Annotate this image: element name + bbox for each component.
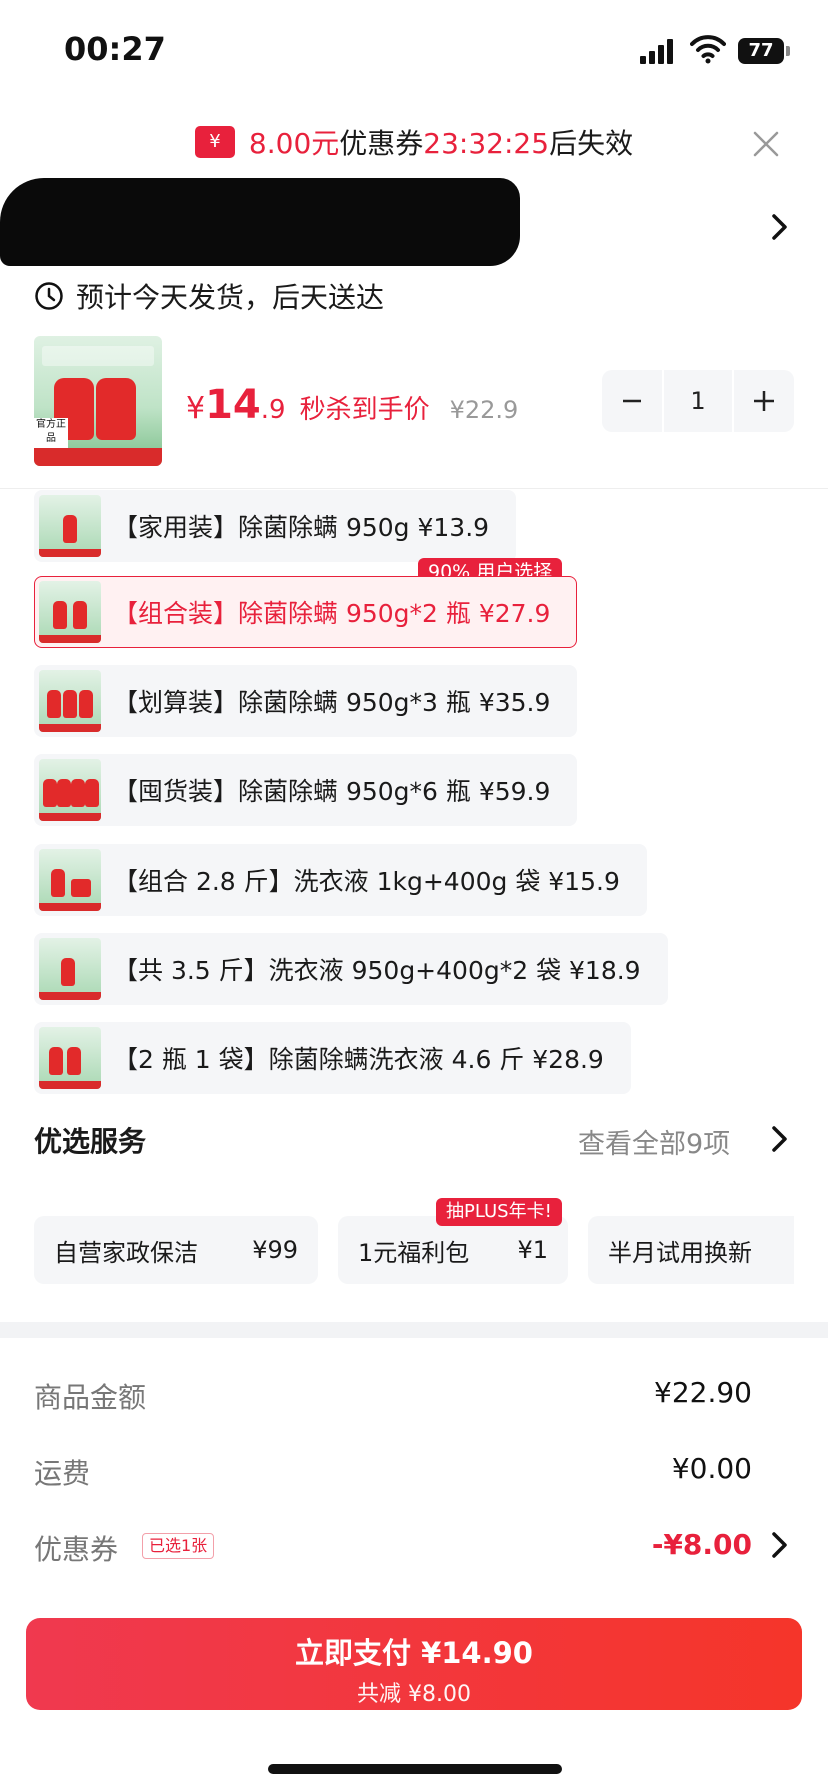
battery-tip	[786, 46, 790, 56]
goods-amount-label: 商品金额	[34, 1381, 147, 1414]
official-badge: 官方正品	[34, 418, 68, 448]
goods-amount-value: ¥22.90	[654, 1376, 752, 1409]
flash-sale-tag: 秒杀到手价	[299, 395, 430, 425]
plus-promo-badge: 抽PLUS年卡!	[436, 1198, 562, 1226]
home-indicator[interactable]	[268, 1764, 562, 1774]
quantity-stepper[interactable]: 1	[602, 370, 794, 432]
services-title: 优选服务	[34, 1125, 147, 1158]
variant-option[interactable]: 【划算装】除菌除螨 950g*3 瓶 ¥35.9	[34, 665, 578, 737]
coupon-countdown: 23:32:25	[423, 127, 550, 160]
section-divider	[0, 1322, 828, 1338]
variant-option[interactable]: 【囤货装】除菌除螨 950g*6 瓶 ¥59.9	[34, 754, 578, 826]
coupon-suffix: 后失效	[549, 127, 634, 160]
variant-thumbnail	[39, 1027, 101, 1089]
coupon-row-label[interactable]: 优惠券	[34, 1528, 118, 1568]
variant-thumbnail	[39, 849, 101, 911]
minus-icon	[623, 399, 641, 403]
coupon-discount-value[interactable]: -¥8.00	[652, 1528, 752, 1561]
variant-thumbnail	[39, 938, 101, 1000]
variant-option-selected[interactable]: 【组合装】除菌除螨 950g*2 瓶 ¥27.9	[34, 576, 578, 648]
service-card[interactable]: 半月试用换新	[588, 1216, 794, 1284]
variant-thumbnail	[39, 759, 101, 821]
chevron-right-icon[interactable]	[770, 1124, 790, 1154]
original-price: ¥22.9	[449, 396, 519, 424]
chevron-right-icon[interactable]	[770, 212, 790, 242]
address-redacted[interactable]	[0, 178, 520, 266]
coupon-amount: 8.00元	[248, 127, 340, 160]
variant-thumbnail	[39, 670, 101, 732]
decrement-button[interactable]	[602, 370, 662, 432]
clock-icon	[35, 282, 63, 310]
delivery-estimate: 预计今天发货，后天送达	[34, 276, 384, 316]
coupon-chosen-tag: 已选1张	[142, 1533, 215, 1559]
pay-button-savings: 共减 ¥8.00	[357, 1682, 471, 1707]
chevron-right-icon[interactable]	[770, 1530, 790, 1560]
close-icon[interactable]	[750, 128, 782, 160]
pay-button-label: 立即支付 ¥14.90	[294, 1636, 533, 1670]
variant-option[interactable]: 【共 3.5 斤】洗衣液 950g+400g*2 袋 ¥18.9	[34, 933, 668, 1005]
wifi-icon	[690, 35, 726, 64]
cellular-signal-icon	[640, 38, 676, 64]
quantity-value[interactable]: 1	[664, 370, 732, 432]
coupon-ticket-icon: ¥	[194, 126, 235, 158]
variant-thumbnail	[39, 495, 101, 557]
variant-option[interactable]: 【家用装】除菌除螨 950g ¥13.9	[34, 490, 517, 562]
services-view-all[interactable]: 查看全部9项	[578, 1122, 730, 1161]
product-price: ¥14.9 秒杀到手价 ¥22.9	[186, 382, 519, 428]
shipping-label: 运费	[34, 1457, 91, 1490]
service-card[interactable]: 自营家政保洁 ¥99	[34, 1216, 318, 1284]
divider	[0, 488, 828, 489]
delivery-text: 预计今天发货，后天送达	[76, 281, 385, 314]
battery-icon: 77	[738, 38, 784, 64]
service-card[interactable]: 1元福利包 ¥1	[338, 1216, 568, 1284]
pay-now-button[interactable]: 立即支付 ¥14.90 共减 ¥8.00	[26, 1618, 802, 1710]
coupon-countdown-bar: ¥8.00元优惠券23:32:25后失效	[0, 122, 828, 172]
increment-button[interactable]	[734, 370, 794, 432]
variant-option[interactable]: 【2 瓶 1 袋】除菌除螨洗衣液 4.6 斤 ¥28.9	[34, 1022, 631, 1094]
plus-icon	[754, 391, 774, 411]
variant-option[interactable]: 【组合 2.8 斤】洗衣液 1kg+400g 袋 ¥15.9	[34, 844, 647, 916]
variant-thumbnail	[39, 581, 101, 643]
coupon-label: 优惠券	[339, 127, 424, 160]
product-image[interactable]: 官方正品	[34, 336, 162, 466]
shipping-value: ¥0.00	[671, 1452, 752, 1485]
status-time: 00:27	[64, 30, 166, 68]
